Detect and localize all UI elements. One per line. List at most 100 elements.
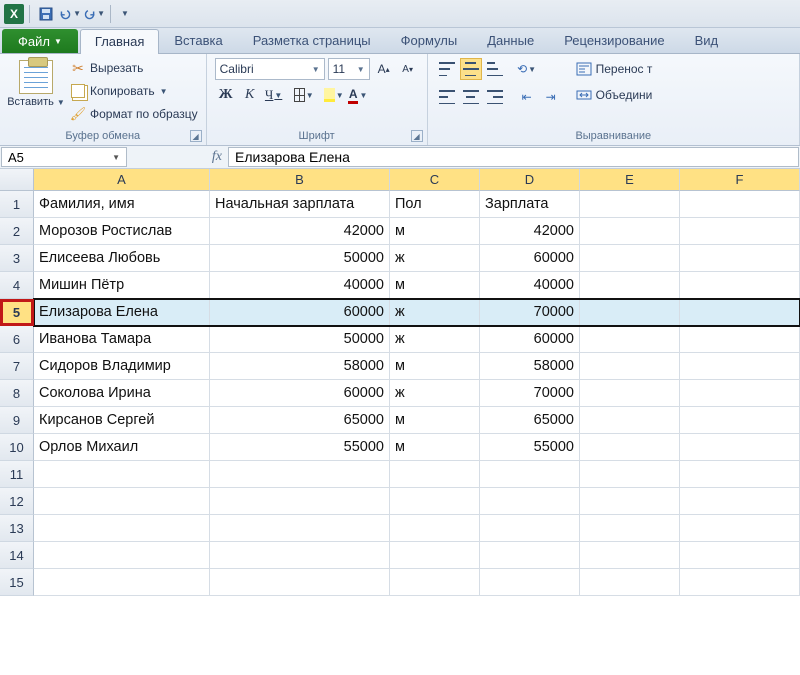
row-header[interactable]: 5 (0, 299, 34, 326)
column-header-A[interactable]: A (34, 169, 210, 191)
cell[interactable] (580, 407, 680, 434)
cell[interactable] (480, 542, 580, 569)
cell[interactable] (580, 326, 680, 353)
bold-button[interactable]: Ж (215, 84, 237, 106)
font-color-button[interactable]: A▼ (347, 84, 369, 106)
font-family-combo[interactable]: Calibri▼ (215, 58, 325, 80)
cell[interactable] (580, 569, 680, 596)
clipboard-dialog-launcher[interactable]: ◢ (190, 130, 202, 142)
tab-view[interactable]: Вид (680, 28, 734, 53)
cell[interactable]: Пол (390, 191, 480, 218)
cell[interactable] (680, 353, 800, 380)
cell[interactable] (34, 515, 210, 542)
cell[interactable]: 70000 (480, 380, 580, 407)
increase-indent-button[interactable]: ⇥ (540, 86, 562, 108)
border-button[interactable]: ▼ (293, 84, 315, 106)
column-header-F[interactable]: F (680, 169, 800, 191)
cell[interactable] (390, 569, 480, 596)
align-bottom-button[interactable] (484, 58, 506, 80)
font-size-combo[interactable]: 11▼ (328, 58, 370, 80)
cell[interactable]: ж (390, 380, 480, 407)
row-header[interactable]: 2 (0, 218, 34, 245)
cell[interactable]: Елизарова Елена (34, 299, 210, 326)
cell[interactable]: 42000 (210, 218, 390, 245)
formula-input[interactable]: Елизарова Елена (228, 147, 799, 167)
cell[interactable]: 55000 (210, 434, 390, 461)
tab-review[interactable]: Рецензирование (549, 28, 679, 53)
tab-insert[interactable]: Вставка (159, 28, 237, 53)
tab-data[interactable]: Данные (472, 28, 549, 53)
column-header-C[interactable]: C (390, 169, 480, 191)
cut-button[interactable]: ✂ Вырезать (70, 58, 198, 78)
row-header[interactable]: 1 (0, 191, 34, 218)
cell[interactable] (210, 515, 390, 542)
cell[interactable] (580, 542, 680, 569)
cell[interactable] (680, 191, 800, 218)
cell[interactable]: 60000 (480, 326, 580, 353)
cell[interactable]: Морозов Ростислав (34, 218, 210, 245)
cell[interactable]: Иванова Тамара (34, 326, 210, 353)
column-header-D[interactable]: D (480, 169, 580, 191)
cell[interactable] (210, 542, 390, 569)
spreadsheet-grid[interactable]: 123456789101112131415 ABCDEF Фамилия, им… (0, 169, 800, 596)
cell[interactable] (680, 434, 800, 461)
underline-button[interactable]: Ч▼ (263, 84, 285, 106)
cell[interactable]: 60000 (210, 299, 390, 326)
cell[interactable] (580, 245, 680, 272)
cell[interactable]: 40000 (480, 272, 580, 299)
column-header-B[interactable]: B (210, 169, 390, 191)
align-left-button[interactable] (436, 86, 458, 108)
cell[interactable] (390, 461, 480, 488)
cell[interactable] (580, 299, 680, 326)
cell[interactable] (680, 299, 800, 326)
copy-button[interactable]: Копировать▼ (70, 81, 198, 101)
cell[interactable] (34, 542, 210, 569)
cell[interactable]: 50000 (210, 326, 390, 353)
row-header[interactable]: 13 (0, 515, 34, 542)
row-header[interactable]: 8 (0, 380, 34, 407)
row-header[interactable]: 11 (0, 461, 34, 488)
row-header[interactable]: 9 (0, 407, 34, 434)
cell[interactable]: 55000 (480, 434, 580, 461)
cell[interactable]: м (390, 218, 480, 245)
cell[interactable] (390, 515, 480, 542)
cell[interactable]: 65000 (210, 407, 390, 434)
cell[interactable] (34, 569, 210, 596)
cell[interactable]: м (390, 407, 480, 434)
cell[interactable] (680, 407, 800, 434)
cell[interactable] (580, 191, 680, 218)
undo-button[interactable]: ▼ (59, 3, 81, 25)
cell[interactable]: Кирсанов Сергей (34, 407, 210, 434)
column-header-E[interactable]: E (580, 169, 680, 191)
cell[interactable] (210, 461, 390, 488)
cell[interactable] (480, 461, 580, 488)
cell[interactable] (480, 488, 580, 515)
paste-button[interactable]: Вставить▼ (8, 58, 64, 110)
grow-font-button[interactable]: A▴ (373, 58, 395, 80)
cell[interactable] (680, 542, 800, 569)
save-button[interactable] (35, 3, 57, 25)
merge-center-button[interactable]: Объедини (576, 84, 653, 106)
cell[interactable]: Елисеева Любовь (34, 245, 210, 272)
cell[interactable] (580, 218, 680, 245)
cell[interactable] (680, 461, 800, 488)
cell[interactable] (680, 245, 800, 272)
cell[interactable]: 70000 (480, 299, 580, 326)
cell[interactable] (680, 218, 800, 245)
align-middle-button[interactable] (460, 58, 482, 80)
cell[interactable] (34, 488, 210, 515)
cell[interactable]: 60000 (210, 380, 390, 407)
orientation-button[interactable]: ⟲▼ (516, 58, 538, 80)
fill-color-button[interactable]: ▼ (323, 84, 345, 106)
cell[interactable]: ж (390, 245, 480, 272)
redo-button[interactable]: ▼ (83, 3, 105, 25)
row-header[interactable]: 10 (0, 434, 34, 461)
cell[interactable] (34, 461, 210, 488)
align-right-button[interactable] (484, 86, 506, 108)
cell[interactable] (210, 488, 390, 515)
cell[interactable] (480, 515, 580, 542)
row-header[interactable]: 14 (0, 542, 34, 569)
cell[interactable] (680, 380, 800, 407)
tab-page-layout[interactable]: Разметка страницы (238, 28, 386, 53)
cell[interactable] (580, 434, 680, 461)
